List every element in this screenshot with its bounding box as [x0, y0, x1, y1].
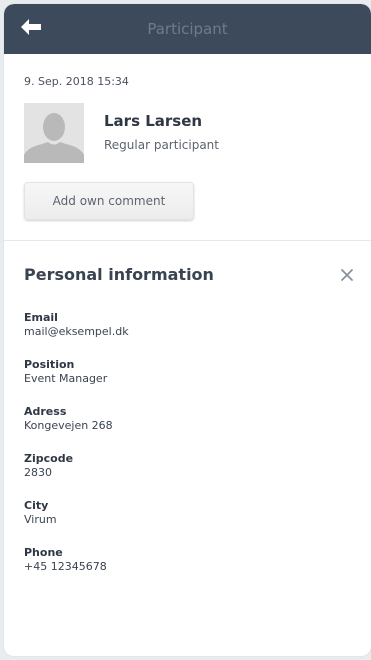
user-silhouette-icon [24, 103, 84, 163]
participant-name: Lars Larsen [104, 112, 203, 130]
field-phone: Phone +45 12345678 [24, 546, 107, 574]
field-value: 2830 [24, 466, 52, 479]
close-icon [340, 267, 354, 286]
field-address: Adress Kongevejen 268 [24, 405, 113, 433]
field-value: Kongevejen 268 [24, 419, 113, 432]
field-value: Virum [24, 513, 57, 526]
field-label: City [24, 499, 49, 512]
field-value: +45 12345678 [24, 560, 107, 573]
field-value: Event Manager [24, 372, 108, 385]
header-bar: Participant [4, 4, 371, 54]
page-title: Participant [147, 20, 228, 38]
personal-info-title: Personal information [24, 265, 214, 284]
field-value: mail@eksempel.dk [24, 325, 129, 338]
field-label: Adress [24, 405, 67, 418]
field-label: Phone [24, 546, 63, 559]
entry-timestamp: 9. Sep. 2018 15:34 [24, 75, 129, 88]
field-city: City Virum [24, 499, 57, 527]
field-position: Position Event Manager [24, 358, 107, 386]
avatar [24, 103, 84, 163]
add-comment-button[interactable]: Add own comment [24, 182, 194, 220]
close-button[interactable] [337, 266, 357, 286]
section-divider [4, 240, 371, 241]
field-zipcode: Zipcode 2830 [24, 452, 73, 480]
field-email: Email mail@eksempel.dk [24, 311, 129, 339]
field-label: Zipcode [24, 452, 74, 465]
field-label: Position [24, 358, 75, 371]
participant-role: Regular participant [104, 138, 219, 152]
app-screen: Participant 9. Sep. 2018 15:34 Lars Lars… [4, 4, 371, 656]
field-label: Email [24, 311, 58, 324]
